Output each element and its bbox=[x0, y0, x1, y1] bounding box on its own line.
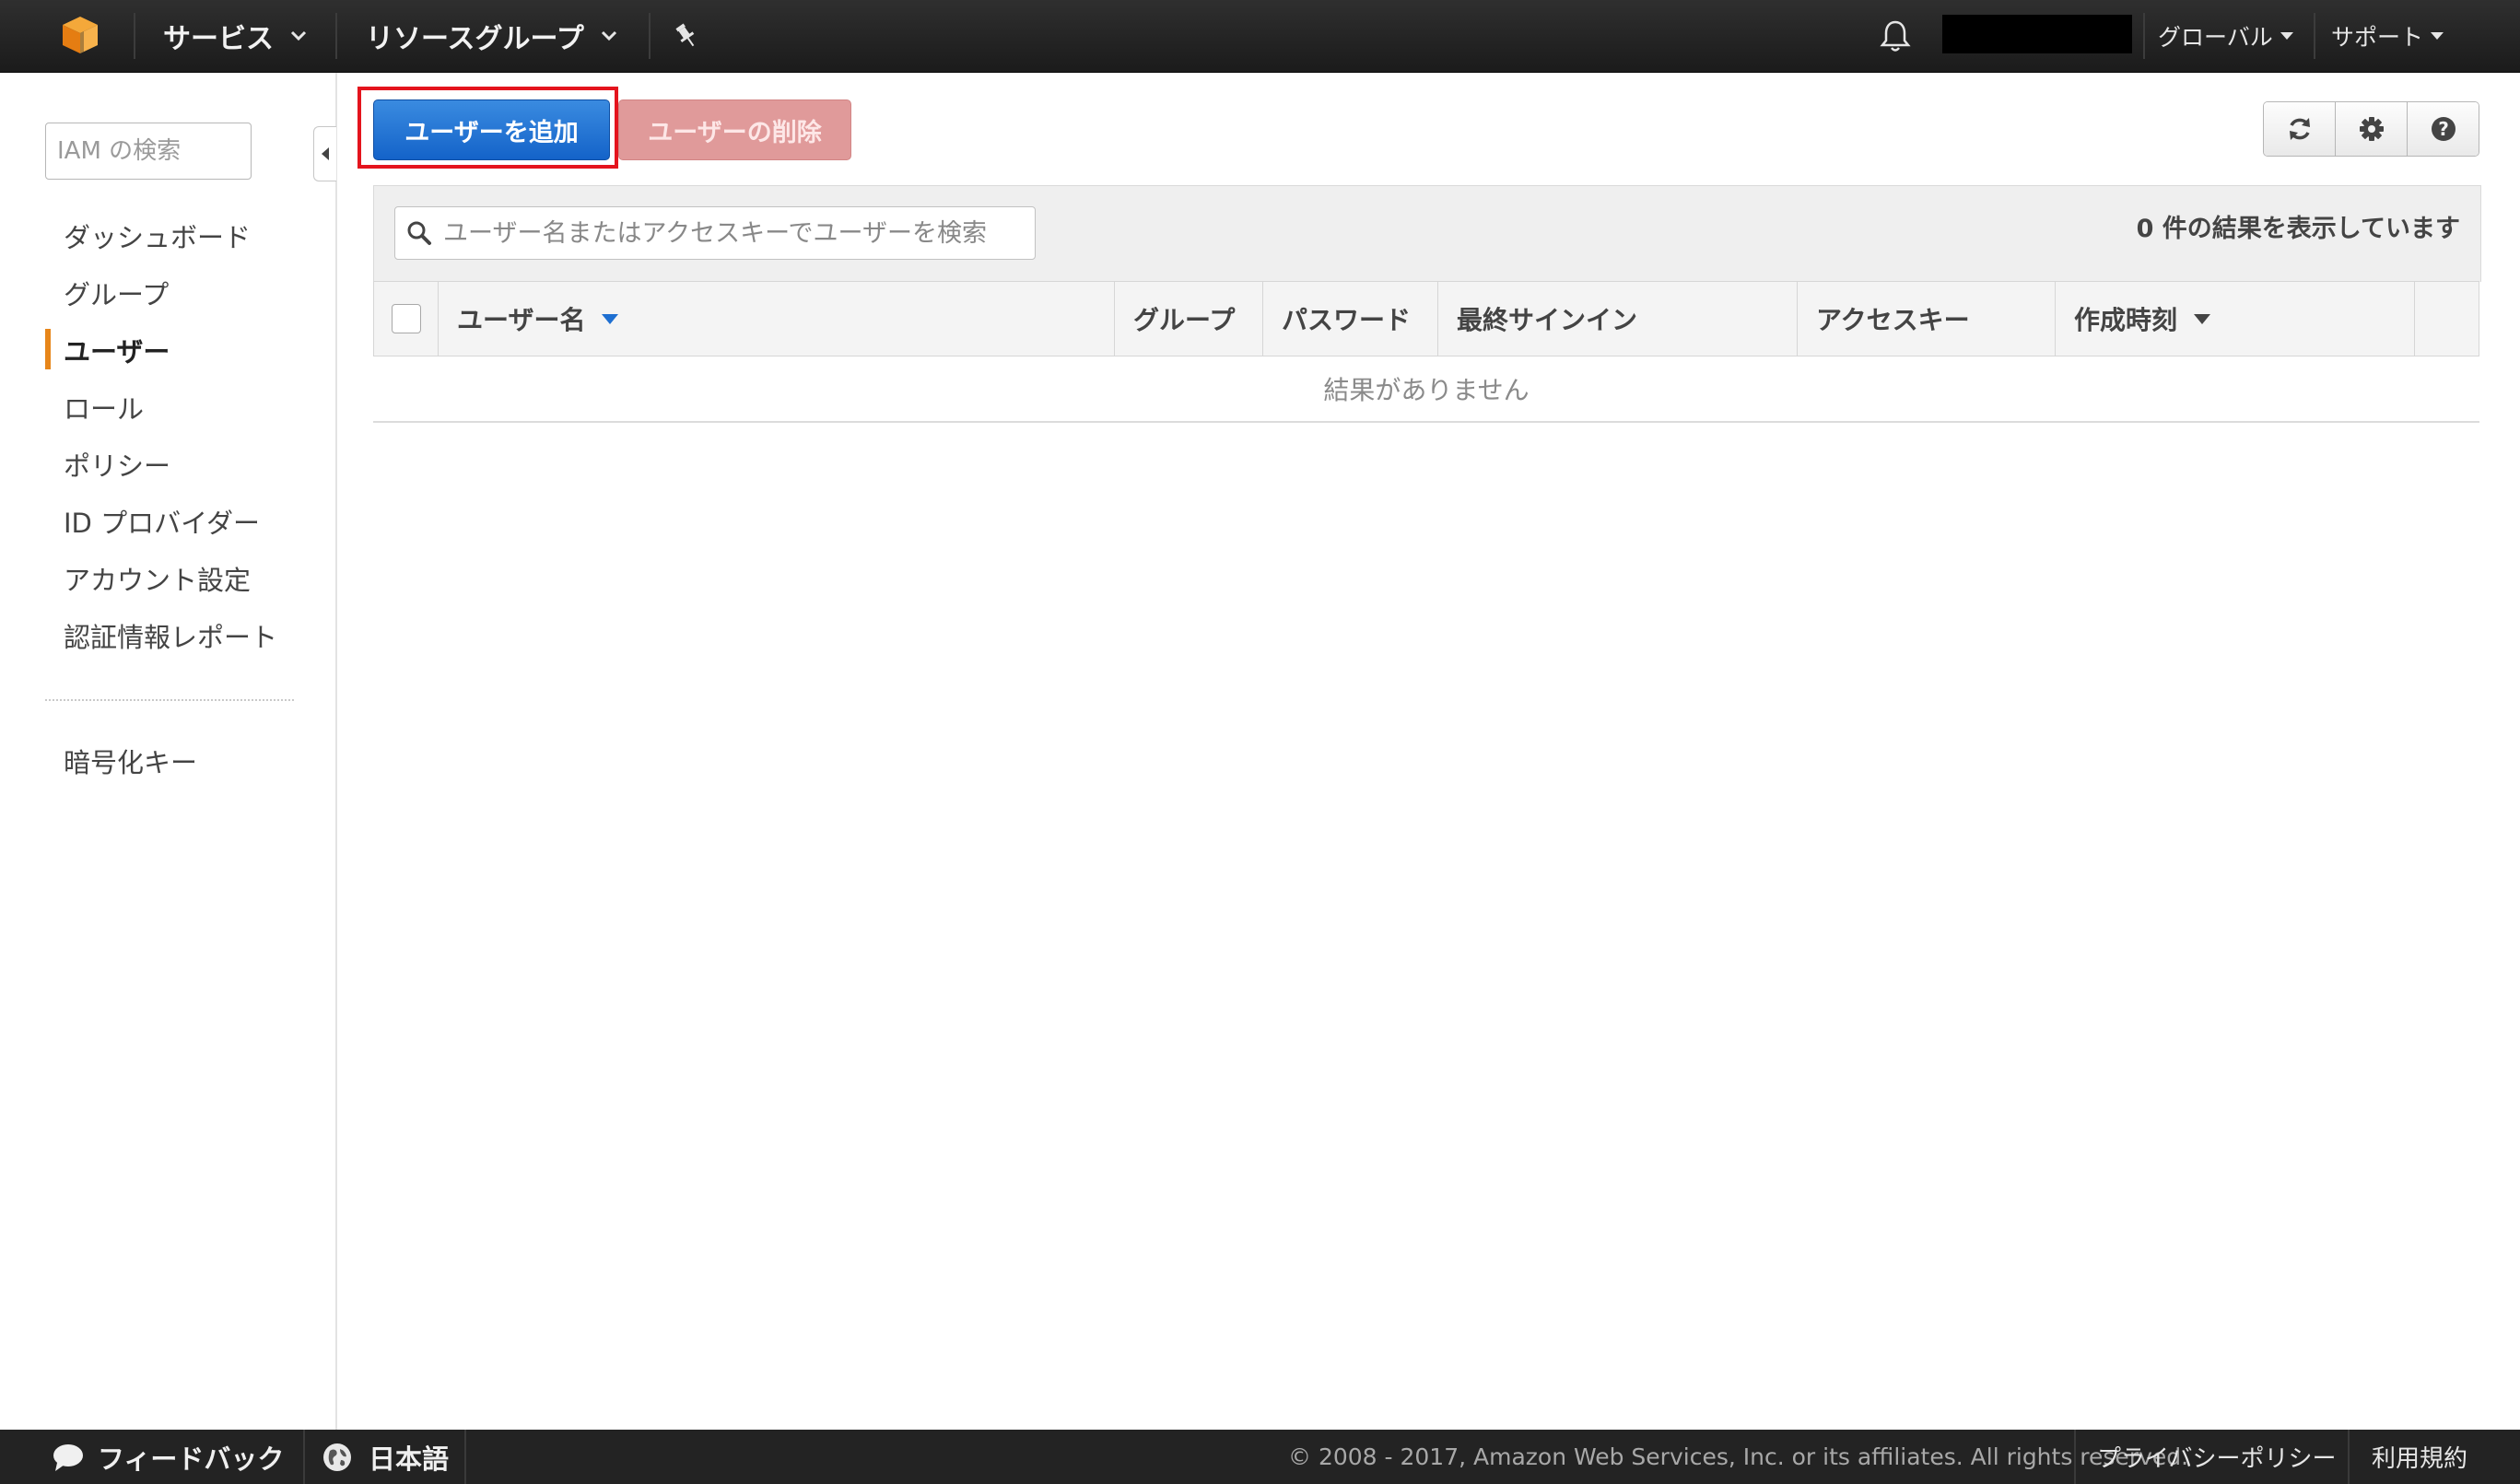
nav-separator bbox=[2143, 13, 2145, 59]
table-header-row: ユーザー名 グループ パスワード 最終サインイン アクセスキー 作成時刻 bbox=[373, 281, 2479, 356]
select-all-checkbox[interactable] bbox=[391, 304, 421, 333]
chevron-down-icon bbox=[601, 30, 617, 41]
svg-text:?: ? bbox=[2438, 118, 2449, 140]
sidebar-item-groups[interactable]: グループ bbox=[64, 274, 169, 312]
gear-icon bbox=[2359, 117, 2384, 141]
aws-cube-icon[interactable] bbox=[59, 14, 101, 56]
toolbar-icon-buttons: ? bbox=[2263, 101, 2479, 157]
column-label: グループ bbox=[1133, 305, 1236, 335]
privacy-policy-link[interactable]: プライバシーポリシー bbox=[2097, 1430, 2336, 1484]
feedback-link[interactable]: フィードバック bbox=[52, 1430, 284, 1484]
copyright-text: © 2008 - 2017, Amazon Web Services, Inc.… bbox=[1288, 1443, 2189, 1470]
column-header-username[interactable]: ユーザー名 bbox=[439, 282, 1115, 356]
resource-groups-label: リソースグループ bbox=[366, 23, 584, 55]
column-label: パスワード bbox=[1282, 305, 1412, 335]
search-icon bbox=[407, 221, 431, 245]
column-header-password[interactable]: パスワード bbox=[1263, 282, 1438, 356]
column-label: 最終サインイン bbox=[1457, 305, 1638, 335]
top-navigation-bar: サービス リソースグループ グローバル サポート bbox=[0, 0, 2520, 73]
empty-results-row: 結果がありません bbox=[373, 356, 2479, 423]
iam-search-input[interactable] bbox=[45, 123, 252, 180]
sidebar-item-policies[interactable]: ポリシー bbox=[64, 445, 170, 484]
feedback-label: フィードバック bbox=[98, 1443, 285, 1475]
footer-separator bbox=[303, 1430, 305, 1484]
bell-icon[interactable] bbox=[1880, 0, 1911, 72]
account-name-redacted[interactable] bbox=[1942, 15, 2132, 53]
resource-groups-menu[interactable]: リソースグループ bbox=[366, 0, 617, 72]
support-menu[interactable]: サポート bbox=[2331, 0, 2444, 72]
footer-separator bbox=[2074, 1430, 2076, 1484]
column-header-last-signin[interactable]: 最終サインイン bbox=[1438, 282, 1798, 356]
sidebar-item-credential-report[interactable]: 認証情報レポート bbox=[64, 616, 277, 655]
column-header-groups[interactable]: グループ bbox=[1115, 282, 1263, 356]
active-indicator bbox=[45, 329, 51, 369]
user-search-input[interactable] bbox=[441, 217, 1016, 249]
nav-separator bbox=[134, 13, 135, 59]
globe-icon bbox=[323, 1443, 351, 1471]
result-count: 0 件の結果を表示しています bbox=[2136, 215, 2460, 243]
annotation-highlight-box bbox=[357, 87, 618, 169]
column-header-creation-time[interactable]: 作成時刻 bbox=[2056, 282, 2415, 356]
language-label: 日本語 bbox=[369, 1443, 450, 1475]
delete-user-button[interactable]: ユーザーの削除 bbox=[618, 99, 851, 160]
caret-down-icon bbox=[2431, 32, 2444, 40]
settings-button[interactable] bbox=[2335, 102, 2407, 156]
footer: フィードバック 日本語 © 2008 - 2017, Amazon Web Se… bbox=[0, 1430, 2520, 1484]
sidebar-item-account-settings[interactable]: アカウント設定 bbox=[64, 559, 251, 598]
column-label: ユーザー名 bbox=[457, 305, 586, 335]
footer-separator bbox=[2348, 1430, 2350, 1484]
caret-left-icon bbox=[322, 147, 329, 160]
sidebar-collapse-toggle[interactable] bbox=[313, 126, 336, 181]
refresh-button[interactable] bbox=[2264, 102, 2335, 156]
nav-separator bbox=[2314, 13, 2315, 59]
sidebar-divider bbox=[45, 699, 294, 701]
sidebar-item-dashboard[interactable]: ダッシュボード bbox=[64, 216, 251, 255]
column-header-access-keys[interactable]: アクセスキー bbox=[1798, 282, 2056, 356]
nav-separator bbox=[649, 13, 651, 59]
sidebar-item-users[interactable]: ユーザー bbox=[64, 331, 170, 369]
sort-desc-icon bbox=[602, 313, 619, 324]
caret-down-icon bbox=[2280, 32, 2293, 40]
chevron-down-icon bbox=[290, 30, 307, 41]
column-header-extra bbox=[2415, 282, 2479, 356]
pin-icon[interactable] bbox=[674, 0, 698, 72]
help-button[interactable]: ? bbox=[2407, 102, 2479, 156]
sidebar: ダッシュボード グループ ユーザー ロール ポリシー ID プロバイダー アカウ… bbox=[0, 73, 337, 1430]
region-menu[interactable]: グローバル bbox=[2158, 0, 2293, 72]
column-label: アクセスキー bbox=[1816, 305, 1970, 335]
user-search-box bbox=[394, 206, 1036, 260]
help-icon: ? bbox=[2431, 117, 2456, 141]
nav-separator bbox=[335, 13, 337, 59]
sort-caret-icon bbox=[2194, 313, 2211, 324]
services-label: サービス bbox=[163, 23, 274, 55]
sidebar-item-encryption-keys[interactable]: 暗号化キー bbox=[64, 742, 197, 780]
table-filter-bar: 0 件の結果を表示しています bbox=[373, 185, 2481, 282]
footer-separator bbox=[464, 1430, 466, 1484]
sidebar-item-identity-providers[interactable]: ID プロバイダー bbox=[64, 502, 260, 541]
select-all-cell bbox=[374, 282, 439, 356]
refresh-icon bbox=[2289, 118, 2310, 140]
language-selector[interactable]: 日本語 bbox=[322, 1430, 449, 1484]
terms-of-use-link[interactable]: 利用規約 bbox=[2372, 1430, 2467, 1484]
services-menu[interactable]: サービス bbox=[163, 0, 307, 72]
sidebar-item-roles[interactable]: ロール bbox=[64, 388, 144, 427]
region-label: グローバル bbox=[2158, 24, 2273, 51]
support-label: サポート bbox=[2331, 24, 2424, 51]
column-label: 作成時刻 bbox=[2074, 305, 2178, 335]
speech-bubble-icon bbox=[53, 1443, 83, 1471]
